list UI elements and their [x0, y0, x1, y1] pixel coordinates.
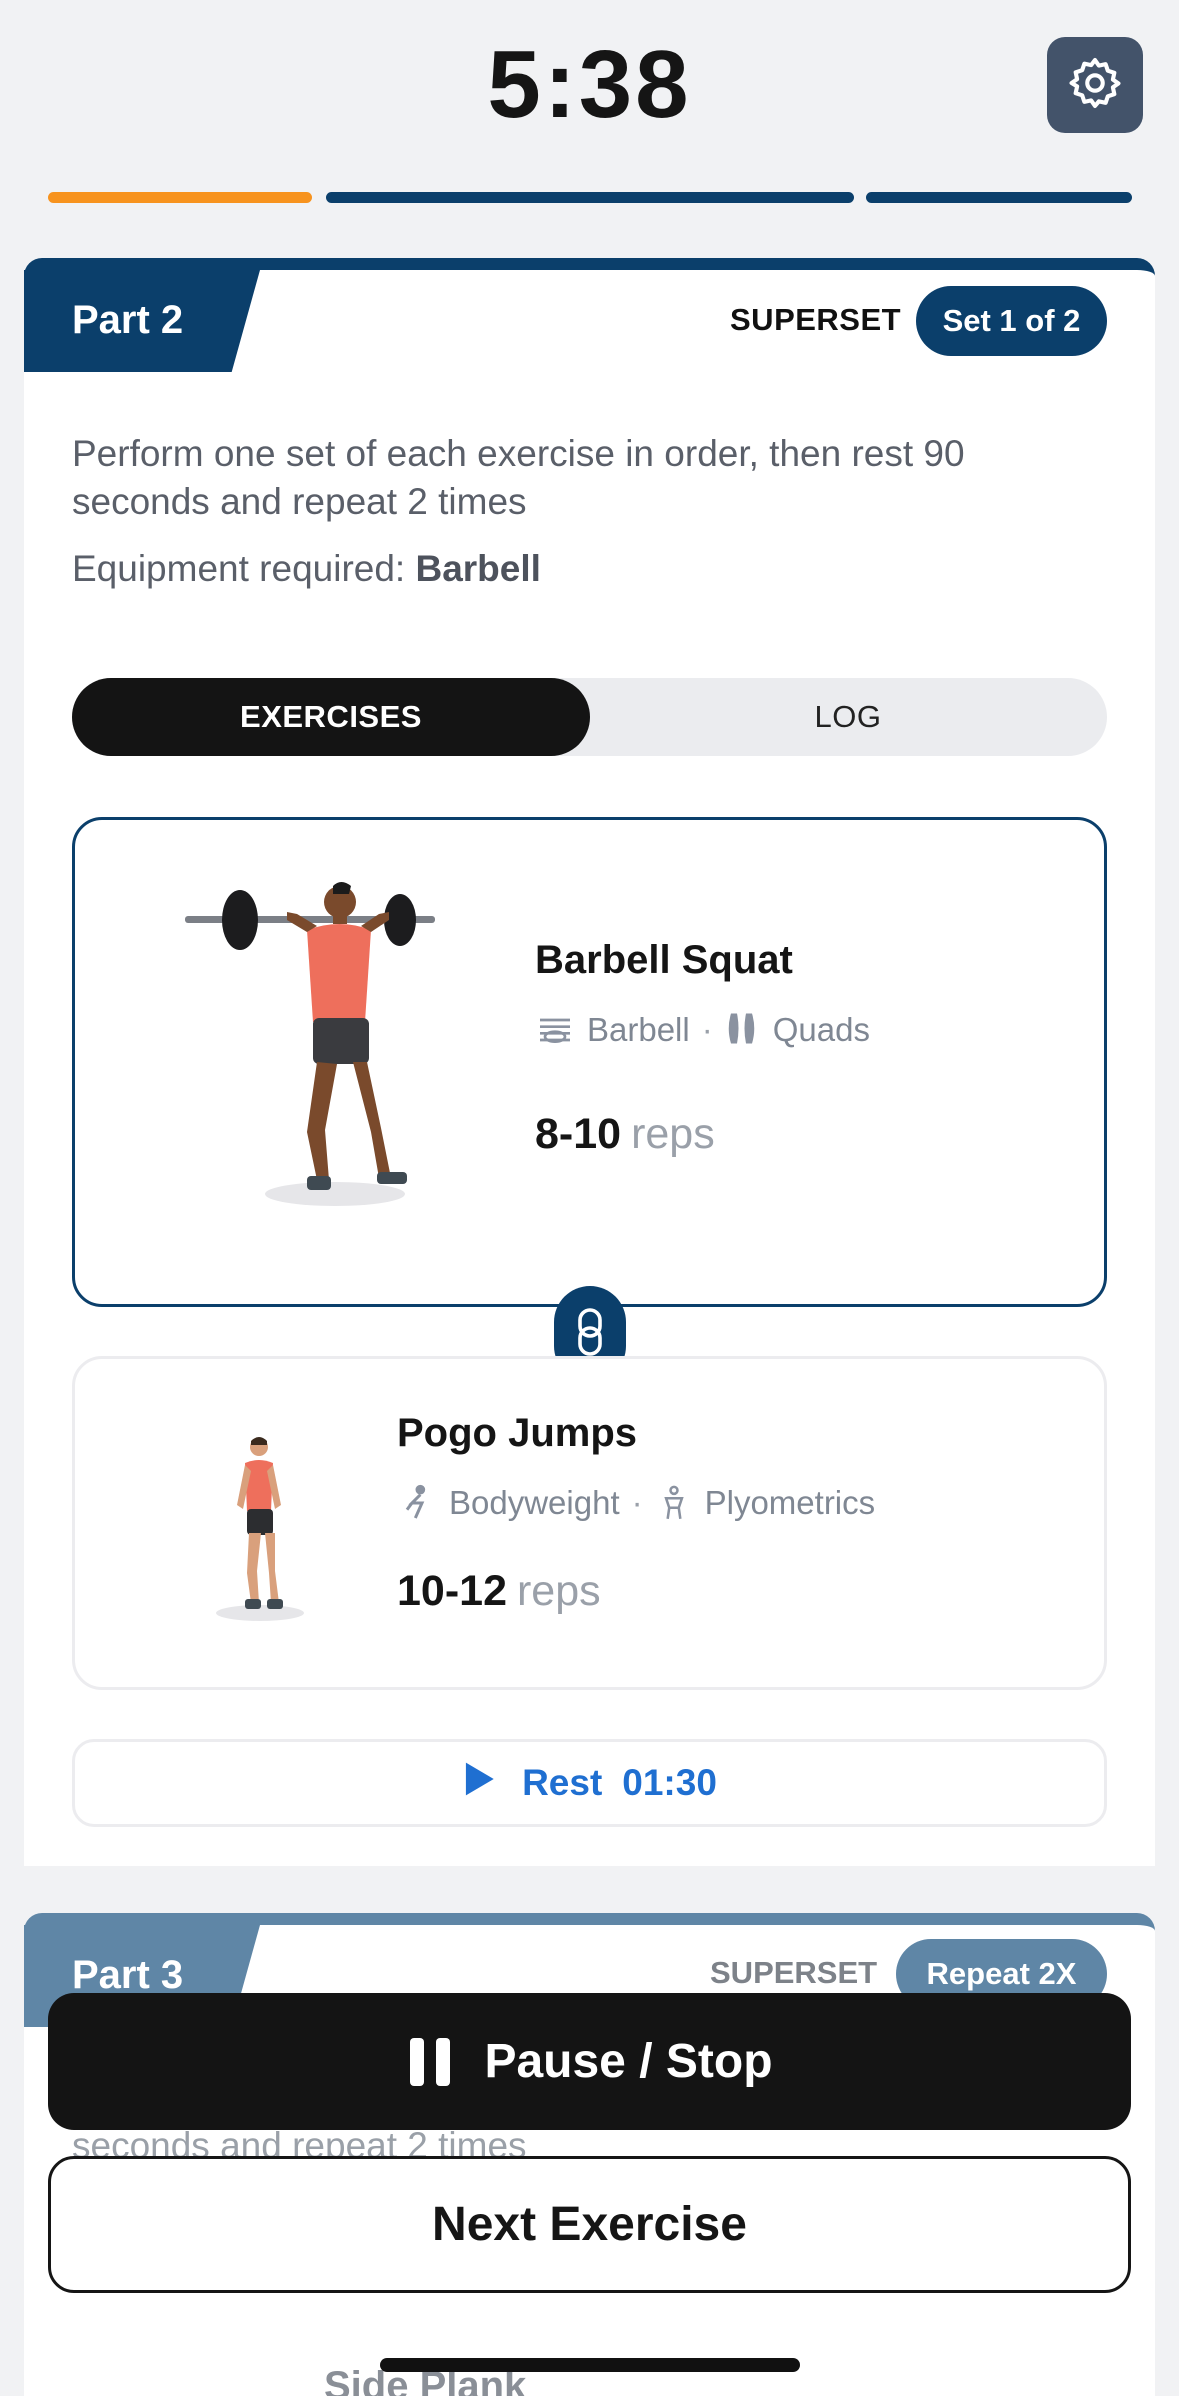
next-part-card: Part 3 SUPERSET Repeat 2X seconds and re… [24, 1913, 1155, 2396]
set-badge: Set 1 of 2 [916, 286, 1107, 356]
progress-segment-2 [326, 192, 854, 203]
tab-exercises[interactable]: EXERCISES [72, 678, 590, 756]
tab-switcher: EXERCISES LOG [72, 678, 1107, 756]
reps-value: 10-12 [397, 1567, 507, 1615]
equipment-prefix: Equipment required: [72, 548, 406, 589]
quads-icon [725, 1010, 761, 1050]
tab-log[interactable]: LOG [589, 678, 1107, 756]
exercise-card-pogo-jumps[interactable]: Pogo Jumps Bodyweight · Plyometrics 10-1… [72, 1356, 1107, 1690]
play-icon [462, 1761, 496, 1806]
exercise-muscle: Quads [772, 1011, 870, 1048]
reps-value: 8-10 [535, 1110, 622, 1158]
workout-timer: 5:38 [487, 31, 692, 138]
next-part-type: SUPERSET [710, 1955, 878, 1990]
pause-label: Pause / Stop [484, 2035, 773, 2088]
exercise-name: Pogo Jumps [397, 1411, 638, 1455]
exercise-reps: 10-12 reps [397, 1567, 601, 1616]
progress-segment-3 [866, 192, 1132, 203]
progress-segment-1 [48, 192, 312, 203]
rest-time: 01:30 [622, 1762, 717, 1803]
barbell-icon [535, 1010, 575, 1050]
bodyweight-icon [397, 1483, 437, 1523]
exercise-card-barbell-squat[interactable]: Barbell Squat Barbell · Quads 8-10 reps [72, 817, 1107, 1307]
superset-label: SUPERSET [730, 302, 902, 337]
barbell-squat-illustration [185, 880, 445, 1215]
meta-separator: · [701, 1011, 713, 1048]
exercise-equipment: Bodyweight [449, 1484, 620, 1521]
part-title: Part 2 [24, 270, 260, 372]
exercise-meta: Bodyweight · Plyometrics [397, 1483, 875, 1523]
gear-icon [1066, 54, 1124, 117]
exercise-equipment: Barbell [587, 1011, 690, 1048]
exercise-name: Barbell Squat [535, 938, 793, 982]
exercise-reps: 8-10 reps [535, 1110, 715, 1159]
pause-icon [406, 2036, 454, 2088]
part-card: Part 2 SUPERSET Set 1 of 2 Perform one s… [24, 258, 1155, 1866]
settings-button[interactable] [1047, 37, 1143, 133]
reps-unit: reps [516, 1567, 601, 1615]
plyometrics-icon [655, 1483, 693, 1523]
workout-progress [48, 192, 1132, 204]
meta-separator: · [631, 1484, 643, 1521]
pause-stop-button[interactable]: Pause / Stop [48, 1993, 1131, 2130]
exercise-meta: Barbell · Quads [535, 1010, 870, 1050]
part-instructions: Perform one set of each exercise in orde… [72, 433, 965, 522]
pogo-jumps-illustration [215, 1435, 315, 1630]
next-exercise-button[interactable]: Next Exercise [48, 2156, 1131, 2293]
exercise-muscle: Plyometrics [704, 1484, 876, 1521]
reps-unit: reps [631, 1110, 715, 1158]
chain-link-icon [575, 1306, 605, 1363]
home-indicator[interactable] [380, 2358, 800, 2372]
equipment-value: Barbell [415, 548, 541, 589]
equipment-required: Equipment required: Barbell [72, 548, 541, 590]
next-label: Next Exercise [432, 2198, 747, 2251]
rest-label: Rest [522, 1762, 603, 1803]
rest-timer-button[interactable]: Rest 01:30 [72, 1739, 1107, 1827]
